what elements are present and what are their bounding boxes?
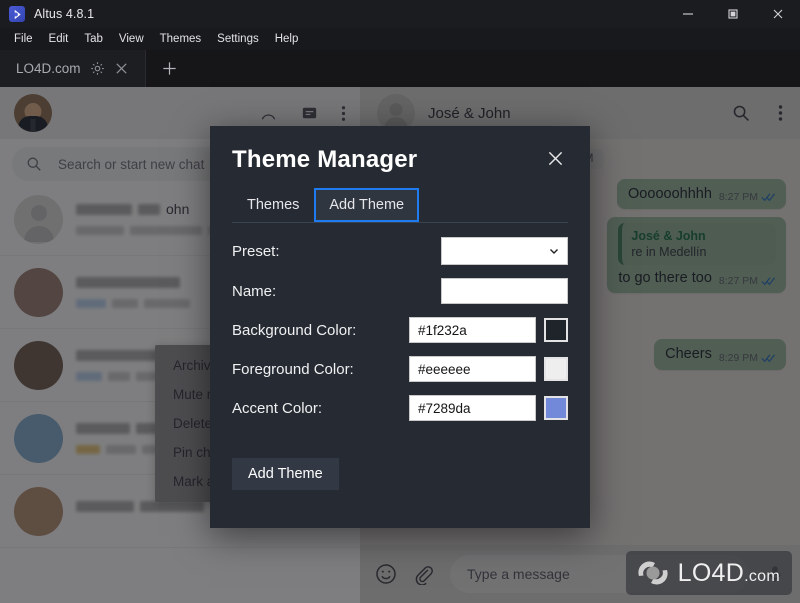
new-chat-icon[interactable] bbox=[300, 104, 319, 123]
tab-add-theme[interactable]: Add Theme bbox=[314, 188, 420, 222]
tab-themes[interactable]: Themes bbox=[232, 188, 314, 222]
status-icon[interactable] bbox=[259, 104, 278, 123]
window-title: Altus 4.8.1 bbox=[34, 7, 95, 21]
dialog-header: Theme Manager bbox=[210, 126, 590, 174]
accent-color-label: Accent Color: bbox=[232, 399, 323, 417]
watermark-main: LO4D bbox=[677, 558, 745, 587]
chat-name-fragment: ohn bbox=[166, 201, 190, 217]
message-text: to go there too bbox=[618, 270, 712, 287]
dialog-tabs: Themes Add Theme bbox=[232, 188, 568, 222]
avatar[interactable] bbox=[14, 94, 52, 132]
menu-item-edit[interactable]: Edit bbox=[41, 30, 77, 48]
close-icon[interactable] bbox=[543, 146, 568, 171]
foreground-color-label: Foreground Color: bbox=[232, 360, 354, 378]
menu-item-tab[interactable]: Tab bbox=[76, 30, 111, 48]
name-input[interactable] bbox=[441, 278, 568, 304]
plus-icon[interactable] bbox=[146, 50, 194, 87]
message-bubble-outgoing[interactable]: Cheers 8:29 PM bbox=[654, 339, 786, 370]
menu-item-help[interactable]: Help bbox=[267, 30, 307, 48]
accent-color-input[interactable]: #7289da bbox=[409, 395, 536, 421]
search-placeholder: Search or start new chat bbox=[58, 156, 205, 172]
window-controls bbox=[665, 0, 800, 28]
foreground-color-swatch[interactable] bbox=[544, 357, 568, 381]
tab-strip: LO4D.com bbox=[0, 50, 800, 88]
preset-label: Preset: bbox=[232, 242, 280, 260]
paperclip-icon[interactable] bbox=[413, 564, 434, 585]
search-icon[interactable] bbox=[732, 104, 750, 122]
watermark-text: LO4D.com bbox=[677, 558, 780, 587]
title-bar: Altus 4.8.1 bbox=[0, 0, 800, 29]
background-color-label: Background Color: bbox=[232, 321, 357, 339]
form-row-foreground-color: Foreground Color: #eeeeee bbox=[232, 356, 568, 382]
name-label: Name: bbox=[232, 282, 277, 300]
form-row-name: Name: bbox=[232, 278, 568, 304]
background-color-input[interactable]: #1f232a bbox=[409, 317, 536, 343]
menu-icon[interactable] bbox=[341, 104, 346, 123]
watermark-suffix: .com bbox=[744, 567, 780, 585]
app-window: Altus 4.8.1 File Edit Tab View Themes Se… bbox=[0, 0, 800, 603]
form-row-background-color: Background Color: #1f232a bbox=[232, 317, 568, 343]
menu-item-view[interactable]: View bbox=[111, 30, 152, 48]
lo4d-logo-icon bbox=[635, 558, 671, 588]
message-time: 8:27 PM bbox=[718, 275, 758, 288]
lo4d-watermark: LO4D.com bbox=[625, 551, 792, 595]
quote-text: re in Medellín bbox=[631, 245, 707, 260]
menu-item-themes[interactable]: Themes bbox=[152, 30, 210, 48]
message-time: 8:27 PM bbox=[718, 191, 758, 204]
read-receipt-icon bbox=[761, 276, 776, 286]
quote-author: José & John bbox=[631, 229, 706, 244]
tab-lo4d[interactable]: LO4D.com bbox=[0, 50, 146, 87]
menu-item-file[interactable]: File bbox=[6, 30, 41, 48]
message-bubble-outgoing[interactable]: Oooooohhhh 8:27 PM bbox=[617, 179, 786, 210]
foreground-color-input[interactable]: #eeeeee bbox=[409, 356, 536, 382]
form-row-preset: Preset: bbox=[232, 237, 568, 265]
add-theme-button[interactable]: Add Theme bbox=[232, 458, 339, 490]
menu-icon[interactable] bbox=[778, 104, 783, 122]
preset-select[interactable] bbox=[441, 237, 568, 265]
chevron-down-icon bbox=[548, 245, 560, 257]
search-icon bbox=[26, 156, 42, 172]
maximize-icon[interactable] bbox=[710, 0, 755, 28]
read-receipt-icon bbox=[761, 353, 776, 363]
menu-bar: File Edit Tab View Themes Settings Help bbox=[0, 28, 800, 50]
close-icon[interactable] bbox=[114, 61, 129, 76]
chat-title: José & John bbox=[428, 104, 511, 122]
read-receipt-icon bbox=[761, 192, 776, 202]
message-bubble-outgoing[interactable]: José & John re in Medellín to go there t… bbox=[607, 217, 786, 294]
quoted-message: José & John re in Medellín bbox=[618, 223, 776, 266]
menu-item-settings[interactable]: Settings bbox=[209, 30, 267, 48]
gear-icon[interactable] bbox=[90, 61, 105, 76]
tab-label: LO4D.com bbox=[16, 61, 81, 76]
altus-logo-icon bbox=[9, 6, 25, 22]
message-input-placeholder: Type a message bbox=[467, 566, 570, 582]
message-text: Oooooohhhh bbox=[628, 186, 712, 202]
accent-color-swatch[interactable] bbox=[544, 396, 568, 420]
form-row-accent-color: Accent Color: #7289da bbox=[232, 395, 568, 421]
emoji-icon[interactable] bbox=[375, 563, 397, 585]
minimize-icon[interactable] bbox=[665, 0, 710, 28]
add-theme-form: Preset: Name: Background Color: #1f232a … bbox=[210, 223, 590, 421]
message-time: 8:29 PM bbox=[718, 351, 758, 364]
theme-manager-dialog: Theme Manager Themes Add Theme Preset: N… bbox=[210, 126, 590, 528]
dialog-title: Theme Manager bbox=[232, 146, 418, 173]
close-icon[interactable] bbox=[755, 0, 800, 28]
background-color-swatch[interactable] bbox=[544, 318, 568, 342]
message-text: Cheers bbox=[665, 346, 712, 363]
